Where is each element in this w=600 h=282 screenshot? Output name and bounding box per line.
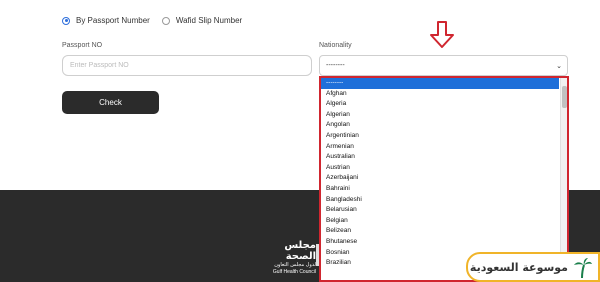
- dropdown-option[interactable]: Bangladeshi: [321, 195, 559, 206]
- scrollbar-thumb[interactable]: [562, 86, 567, 108]
- dropdown-option[interactable]: Australian: [321, 152, 559, 163]
- logo-english-name: Gulf Health Council: [272, 269, 316, 275]
- nationality-label: Nationality: [319, 42, 352, 49]
- dropdown-option[interactable]: Belizean: [321, 226, 559, 237]
- passport-placeholder: Enter Passport NO: [70, 62, 129, 69]
- arrow-down-icon: [430, 21, 454, 48]
- dropdown-option[interactable]: Belarusian: [321, 205, 559, 216]
- dropdown-option[interactable]: Algerian: [321, 110, 559, 121]
- passport-input[interactable]: Enter Passport NO: [62, 55, 312, 76]
- dropdown-option[interactable]: Austrian: [321, 163, 559, 174]
- dropdown-option[interactable]: Angolan: [321, 120, 559, 131]
- dropdown-option[interactable]: Afghan: [321, 89, 559, 100]
- search-type-group: By Passport Number Wafid Slip Number: [62, 16, 254, 25]
- dropdown-option[interactable]: Bhutanese: [321, 237, 559, 248]
- dropdown-option[interactable]: Bahraini: [321, 184, 559, 195]
- dropdown-option[interactable]: Argentinian: [321, 131, 559, 142]
- nationality-select[interactable]: -------- ⌄: [319, 55, 568, 76]
- dropdown-scrollbar[interactable]: [560, 78, 567, 280]
- radio-button-unchecked[interactable]: [161, 16, 170, 25]
- passport-label: Passport NO: [62, 42, 103, 49]
- watermark-text: موسوعة السعودية: [469, 260, 568, 274]
- gulf-health-council-logo: مجلس الصحة لدول مجلس التعاون Gulf Health…: [252, 240, 316, 276]
- radio-label-passport: By Passport Number: [76, 16, 150, 25]
- dropdown-option[interactable]: Azerbaijani: [321, 173, 559, 184]
- watermark-badge: موسوعة السعودية: [466, 252, 600, 282]
- nationality-selected-value: --------: [326, 62, 345, 69]
- logo-arabic-title: مجلس الصحة: [284, 240, 316, 262]
- dropdown-option[interactable]: --------: [321, 78, 559, 89]
- radio-label-wafid: Wafid Slip Number: [175, 16, 243, 25]
- dropdown-option[interactable]: Algeria: [321, 99, 559, 110]
- check-button[interactable]: Check: [62, 91, 159, 114]
- dropdown-options: -------- Afghan Algeria Algerian Angolan Arge…: [321, 78, 559, 280]
- radio-wafid-slip[interactable]: Wafid Slip Number: [161, 16, 243, 25]
- dropdown-option[interactable]: Armenian: [321, 142, 559, 153]
- dropdown-option[interactable]: Belgian: [321, 216, 559, 227]
- logo-arabic-subtitle: لدول مجلس التعاون: [274, 262, 316, 268]
- radio-passport-number[interactable]: By Passport Number: [62, 16, 150, 25]
- radio-button-checked[interactable]: [62, 16, 70, 25]
- chevron-down-icon: ⌄: [556, 63, 562, 70]
- palm-tree-icon: [574, 258, 592, 279]
